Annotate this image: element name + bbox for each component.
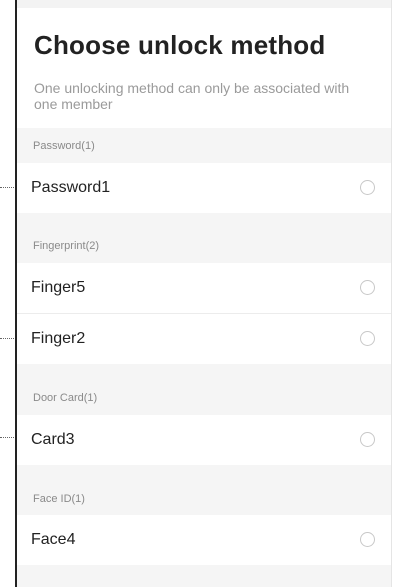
unlock-method-screen: Choose unlock method One unlocking metho… [0, 0, 397, 587]
radio-unselected-icon[interactable] [360, 532, 375, 547]
top-strip [17, 0, 391, 8]
option-row-finger5[interactable]: Finger5 [17, 263, 391, 313]
section-label-fingerprint: Fingerprint(2) [33, 240, 100, 252]
option-label: Face4 [31, 531, 76, 548]
section-header-fingerprint: Fingerprint(2) [17, 213, 391, 263]
radio-unselected-icon[interactable] [360, 432, 375, 447]
option-row-password1[interactable]: Password1 [17, 163, 391, 213]
option-row-card3[interactable]: Card3 [17, 415, 391, 465]
page-title: Choose unlock method [34, 30, 326, 60]
option-label: Finger5 [31, 279, 86, 296]
annotation-leader [0, 187, 14, 188]
section-header-password: Password(1) [17, 128, 391, 163]
option-row-face4[interactable]: Face4 [17, 515, 391, 565]
radio-unselected-icon[interactable] [360, 180, 375, 195]
option-row-finger2[interactable]: Finger2 [17, 314, 391, 364]
section-label-password: Password(1) [33, 140, 95, 152]
section-label-door-card: Door Card(1) [33, 392, 98, 404]
section-label-face-id: Face ID(1) [33, 493, 85, 505]
bottom-strip [17, 565, 391, 587]
section-header-face-id: Face ID(1) [17, 465, 391, 515]
radio-unselected-icon[interactable] [360, 331, 375, 346]
annotation-leader [0, 338, 14, 339]
page-subtitle: One unlocking method can only be associa… [34, 80, 350, 112]
section-header-door-card: Door Card(1) [17, 364, 391, 415]
option-label: Password1 [31, 179, 111, 196]
annotation-leader [0, 437, 14, 438]
option-label: Finger2 [31, 330, 86, 347]
option-label: Card3 [31, 431, 75, 448]
right-border [391, 0, 392, 587]
radio-unselected-icon[interactable] [360, 280, 375, 295]
